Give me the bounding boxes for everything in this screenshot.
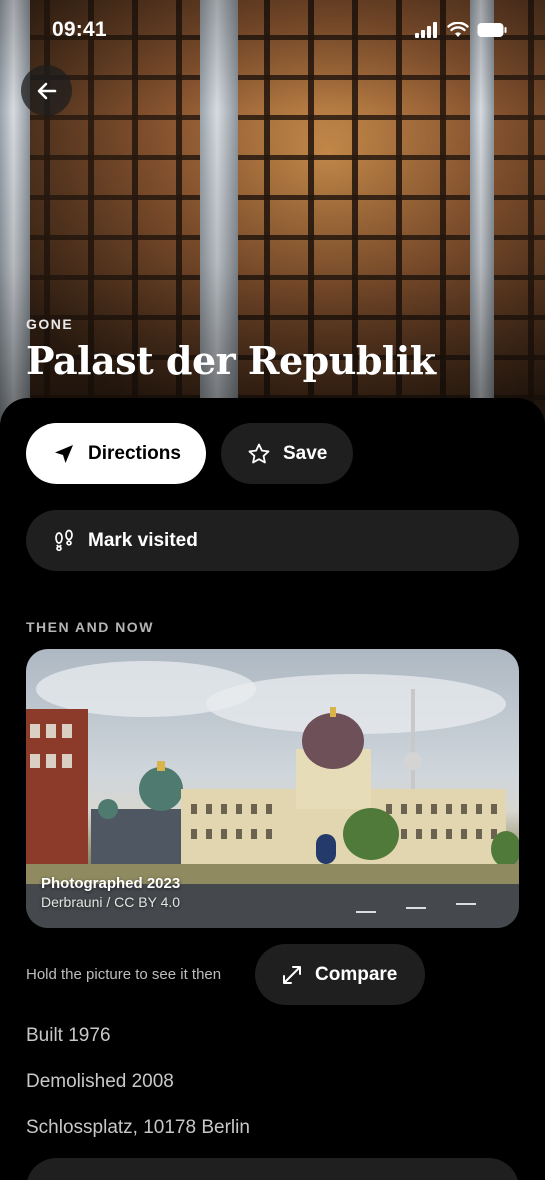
wifi-icon xyxy=(447,22,469,37)
directions-label: Directions xyxy=(88,442,181,464)
footprints-icon xyxy=(55,529,73,551)
save-button[interactable]: Save xyxy=(221,423,353,484)
then-now-photo[interactable]: Photographed 2023 Derbrauni / CC BY 4.0 xyxy=(26,649,519,928)
expand-arrows-icon xyxy=(283,965,301,984)
star-icon xyxy=(248,443,270,463)
back-arrow-icon xyxy=(37,82,56,99)
directions-button[interactable]: Directions xyxy=(26,423,206,484)
photo-year: Photographed 2023 xyxy=(41,875,181,892)
built-year: Built 1976 xyxy=(26,1025,111,1046)
compare-label: Compare xyxy=(315,963,398,985)
signal-icon xyxy=(415,22,437,38)
status-bar: 09:41 xyxy=(0,0,545,60)
section-title-then-and-now: THEN AND NOW xyxy=(26,619,154,635)
save-label: Save xyxy=(283,442,328,464)
status-kicker: GONE xyxy=(26,316,74,332)
battery-icon xyxy=(477,23,507,37)
photo-credit: Derbrauni / CC BY 4.0 xyxy=(41,894,181,910)
compare-button[interactable]: Compare xyxy=(255,944,425,1005)
status-time: 09:41 xyxy=(52,18,107,41)
photo-caption: Photographed 2023 Derbrauni / CC BY 4.0 xyxy=(41,875,180,910)
mark-visited-label: Mark visited xyxy=(88,529,198,551)
status-icons xyxy=(415,22,507,38)
compare-hint: Hold the picture to see it then xyxy=(26,966,222,983)
bottom-action-button[interactable] xyxy=(26,1158,519,1180)
back-button[interactable] xyxy=(21,65,72,116)
page-title: Palast der Republik xyxy=(26,338,436,383)
detail-sheet: Directions Save Mark visited THEN AND NO… xyxy=(0,398,545,1180)
address: Schlossplatz, 10178 Berlin xyxy=(26,1117,250,1138)
mark-visited-button[interactable]: Mark visited xyxy=(26,510,519,571)
navigation-arrow-icon xyxy=(55,444,73,463)
demolished-year: Demolished 2008 xyxy=(26,1071,174,1092)
